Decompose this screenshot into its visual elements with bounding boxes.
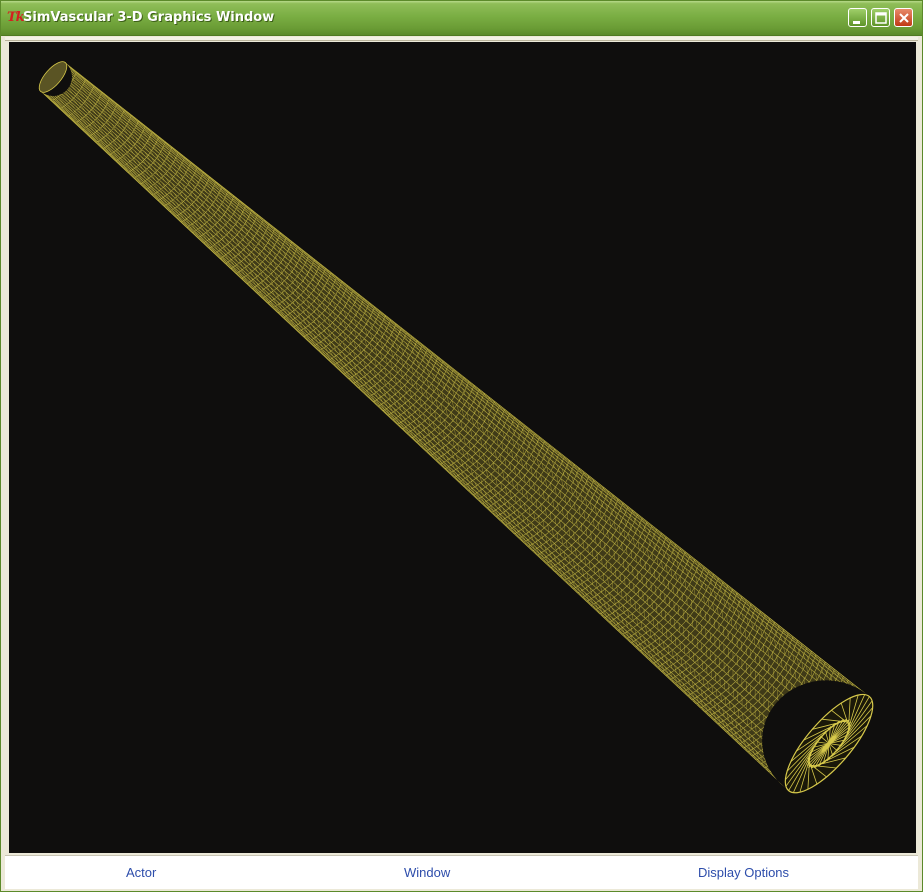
minimize-button[interactable]: [848, 8, 867, 27]
tube-end-cap: [784, 693, 874, 794]
tube-body: [40, 62, 867, 789]
close-button[interactable]: [894, 8, 913, 27]
maximize-button[interactable]: [871, 8, 890, 27]
title-bar[interactable]: Tk SimVascular 3-D Graphics Window: [1, 1, 922, 36]
menu-display-options[interactable]: Display Options: [698, 865, 789, 880]
menu-actor[interactable]: Actor: [126, 865, 156, 880]
menu-bar: Actor Window Display Options: [5, 855, 918, 889]
tube-far-cap: [38, 61, 68, 93]
title-separator: [5, 37, 918, 41]
graphics-window: Tk SimVascular 3-D Graphics Window Actor…: [0, 0, 923, 892]
close-icon: [899, 13, 909, 23]
wireframe-mesh: [38, 61, 874, 794]
render-viewport[interactable]: [9, 42, 916, 853]
menu-window[interactable]: Window: [404, 865, 450, 880]
maximize-icon: [875, 12, 887, 24]
tk-app-icon[interactable]: Tk: [7, 10, 25, 25]
minimize-icon: [853, 21, 860, 24]
window-title: SimVascular 3-D Graphics Window: [23, 10, 275, 25]
